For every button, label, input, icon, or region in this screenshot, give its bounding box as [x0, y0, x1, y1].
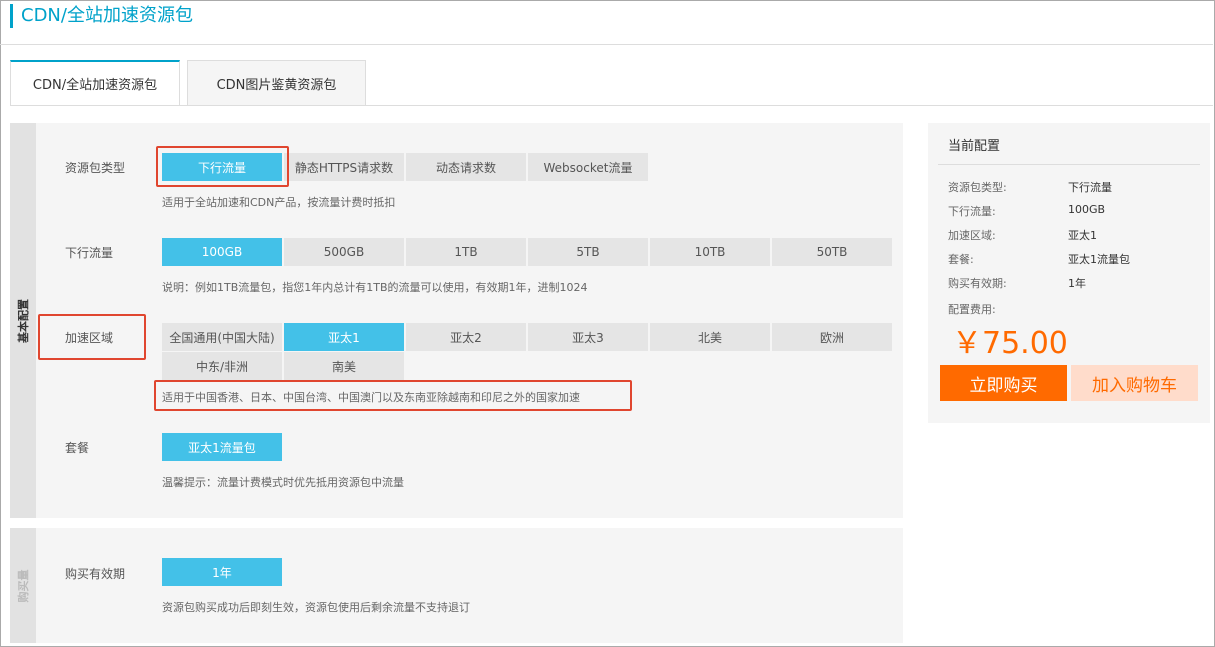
option-region-apac2[interactable]: 亚太2: [406, 323, 527, 351]
purchase-side-text: 购买量: [17, 569, 30, 602]
option-static-https[interactable]: 静态HTTPS请求数: [284, 153, 405, 181]
current-config-divider: [938, 164, 1200, 165]
option-validity-1y[interactable]: 1年: [162, 558, 283, 586]
summary-value-region: 亚太1: [1068, 229, 1097, 242]
summary-value-package-type: 下行流量: [1068, 181, 1112, 194]
option-traffic-1tb[interactable]: 1TB: [406, 238, 527, 266]
package-type-label: 资源包类型: [65, 161, 126, 175]
purchase-panel: 购买量 购买有效期 1年 资源包购买成功后即刻生效，资源包使用后剩余流量不支持退…: [10, 528, 903, 643]
basic-config-side-label: 基本配置: [10, 123, 36, 518]
option-region-mainland[interactable]: 全国通用(中国大陆): [162, 323, 283, 351]
title-divider: [0, 44, 1213, 45]
option-websocket-traffic[interactable]: Websocket流量: [528, 153, 649, 181]
validity-hint: 资源包购买成功后即刻生效，资源包使用后剩余流量不支持退订: [162, 601, 470, 614]
tab-cdn-package[interactable]: CDN/全站加速资源包: [10, 60, 180, 106]
traffic-hint: 说明：例如1TB流量包，指您1年内总计有1TB的流量可以使用，有效期1年，进制1…: [162, 281, 588, 294]
option-traffic-5tb[interactable]: 5TB: [528, 238, 649, 266]
package-type-hint: 适用于全站加速和CDN产品，按流量计费时抵扣: [162, 196, 396, 209]
validity-label: 购买有效期: [65, 567, 126, 581]
tabs-divider: [10, 105, 1213, 106]
basic-config-side-text: 基本配置: [17, 298, 30, 343]
traffic-label: 下行流量: [65, 246, 114, 260]
option-region-middle-east-africa[interactable]: 中东/非洲: [162, 352, 283, 380]
summary-value-plan: 亚太1流量包: [1068, 253, 1130, 266]
summary-key-validity: 购买有效期:: [948, 277, 1007, 290]
plan-label: 套餐: [65, 441, 90, 455]
summary-key-region: 加速区域:: [948, 229, 996, 242]
option-region-south-america[interactable]: 南美: [284, 352, 405, 380]
option-dynamic-requests[interactable]: 动态请求数: [406, 153, 527, 181]
summary-key-traffic: 下行流量:: [948, 205, 996, 218]
page-title: CDN/全站加速资源包: [10, 4, 193, 28]
option-traffic-500gb[interactable]: 500GB: [284, 238, 405, 266]
summary-value-traffic: 100GB: [1068, 203, 1106, 216]
option-region-north-america[interactable]: 北美: [650, 323, 771, 351]
summary-fee-label: 配置费用:: [948, 303, 996, 316]
tab-cdn-image-moderation[interactable]: CDN图片鉴黄资源包: [187, 60, 366, 106]
highlight-region-label: [38, 314, 146, 360]
summary-value-validity: 1年: [1068, 277, 1086, 290]
option-region-apac3[interactable]: 亚太3: [528, 323, 649, 351]
option-traffic-50tb[interactable]: 50TB: [772, 238, 893, 266]
option-region-apac1[interactable]: 亚太1: [284, 323, 405, 351]
option-traffic-10tb[interactable]: 10TB: [650, 238, 771, 266]
current-config-title: 当前配置: [948, 139, 1001, 154]
summary-key-plan: 套餐:: [948, 253, 974, 266]
summary-key-package-type: 资源包类型:: [948, 181, 1007, 194]
plan-hint: 温馨提示：流量计费模式时优先抵用资源包中流量: [162, 476, 404, 489]
option-plan-apac1[interactable]: 亚太1流量包: [162, 433, 283, 461]
buy-now-button[interactable]: 立即购买: [940, 365, 1067, 401]
highlight-region-hint: [154, 380, 632, 411]
current-config-panel: 当前配置 资源包类型: 下行流量 下行流量: 100GB 加速区域: 亚太1 套…: [928, 123, 1210, 423]
add-to-cart-button[interactable]: 加入购物车: [1071, 365, 1198, 401]
option-region-europe[interactable]: 欧洲: [772, 323, 893, 351]
highlight-package-type: [156, 146, 289, 187]
config-price: ￥75.00: [952, 326, 1068, 361]
purchase-side-label: 购买量: [10, 528, 36, 643]
option-traffic-100gb[interactable]: 100GB: [162, 238, 283, 266]
